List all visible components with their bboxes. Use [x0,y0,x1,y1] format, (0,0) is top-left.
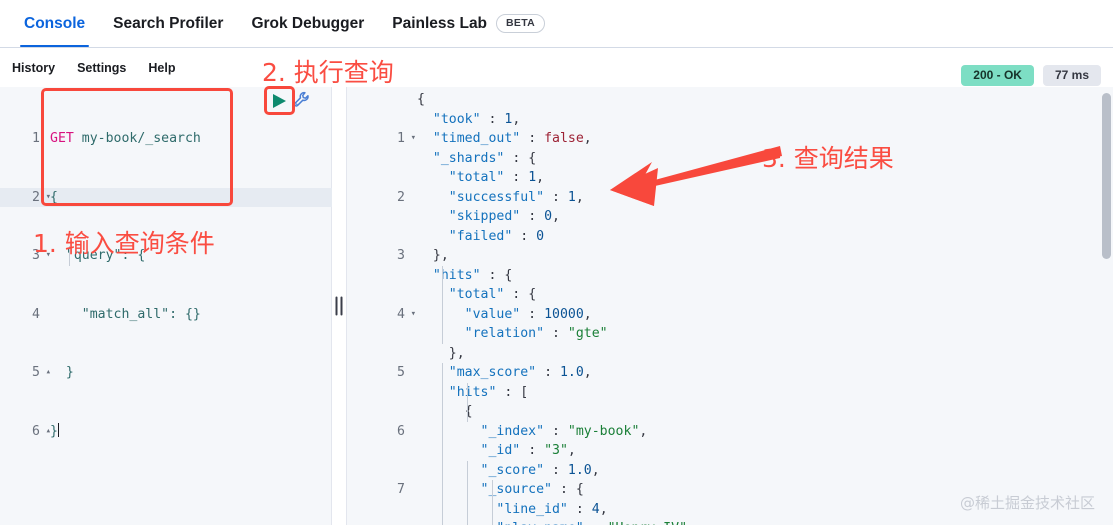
http-method-keyword: GET [50,131,74,146]
response-indent-guide [467,383,468,422]
response-line: "skipped" : 0, [448,209,560,224]
tab-search-profiler[interactable]: Search Profiler [99,0,237,47]
wrench-icon [293,91,309,107]
editor-line-number: 5 ▴ [0,363,51,383]
tab-grok-debugger-label: Grok Debugger [251,14,365,32]
response-line: "timed_out" : false, [432,131,592,146]
tab-console[interactable]: Console [10,0,99,47]
response-line: "hits" : [ [448,384,529,400]
response-line: "took" : 1, [432,111,521,127]
response-line: "_score" : 1.0, [480,462,600,478]
response-line: "successful" : 1, [448,189,584,205]
editor-line-number: 4 [32,306,40,322]
annotation-step-3: 3. 查询结果 [762,144,894,173]
response-indent-guide [492,480,493,525]
resize-grip-icon [335,296,343,316]
request-editor-panel[interactable]: 1 2 ▾ 3 ▾ 4 5 ▴ 6 ▴ GET my-book/_search { "q… [0,87,332,525]
console-app: Console Search Profiler Grok Debugger Pa… [0,0,1113,525]
watermark: @稀土掘金技术社区 [959,494,1095,512]
response-line: "line_id" : 4, [496,501,608,517]
tab-painless-lab[interactable]: Painless Lab BETA [378,0,559,47]
response-line-number-gutter: 1▾ 2 3 4▾ 5 6 7 8 9▴ 10▾ 11▾ 12 13 14▴ 1… [347,90,416,525]
toolbar-item-help[interactable]: Help [148,61,175,75]
status-badge-time: 77 ms [1042,65,1101,86]
response-body-code[interactable]: { "took" : 1, "timed_out" : false, "_sha… [417,90,695,525]
toolbar-item-history[interactable]: History [12,61,55,75]
response-indent-guide [442,363,443,525]
annotation-step-2: 2. 执行查询 [262,58,394,87]
response-line-number: 3 [397,248,405,263]
response-scrollbar-thumb[interactable] [1102,93,1111,259]
response-line: { [464,404,473,419]
editor-line-number-gutter: 1 2 ▾ 3 ▾ 4 5 ▴ 6 ▴ [0,90,51,480]
response-line-number: 2 [397,189,405,205]
response-line: "value" : 10000, [464,306,592,322]
response-line: "play_name" : "Henry IV", [417,519,695,525]
response-line: "_id" : "3", [480,443,576,458]
response-line-number: 1 ▾ [347,129,416,149]
response-line: { [417,92,425,107]
response-line: "failed" : 0 [448,228,545,244]
editor-line-number: 2 ▾ [0,188,51,208]
request-path: my-book/_search [73,131,201,146]
request-options-button[interactable] [292,89,312,109]
response-line: "_source" : { [480,482,584,497]
fold-marker-icon[interactable]: ▾ [411,305,416,325]
annotation-step-1: 1. 输入查询条件 [33,229,215,258]
response-line: "hits" : { [432,267,513,283]
response-line: "total" : { [448,287,537,302]
beta-badge: BETA [496,14,546,33]
response-line: }, [432,248,449,263]
console-panels: 1 2 ▾ 3 ▾ 4 5 ▴ 6 ▴ GET my-book/_search { "q… [0,87,1113,525]
run-query-button[interactable] [268,90,290,112]
tab-search-profiler-label: Search Profiler [113,14,224,32]
response-line-number: 7 [397,482,405,497]
console-toolbar: History Settings Help [0,48,1113,87]
top-tab-bar: Console Search Profiler Grok Debugger Pa… [0,0,1113,48]
response-line: "relation" : "gte" [464,326,608,341]
editor-line: } [50,365,74,380]
response-line: "_shards" : { [432,150,537,166]
editor-line-number: 1 [32,131,40,146]
response-line-number: 4 ▾ [347,305,416,325]
response-indent-guide [442,266,443,344]
tab-painless-lab-label: Painless Lab [392,14,488,32]
response-line: "total" : 1, [448,170,545,185]
editor-line: } [50,422,59,439]
toolbar-item-settings[interactable]: Settings [77,61,126,75]
play-icon [273,94,286,108]
tab-console-label: Console [24,14,86,32]
panel-resize-divider[interactable] [332,87,346,525]
response-line: "_index" : "my-book", [480,423,648,439]
response-line: "max_score" : 1.0, [448,365,592,380]
response-scrollbar[interactable] [1102,87,1111,525]
response-panel[interactable]: 1▾ 2 3 4▾ 5 6 7 8 9▴ 10▾ 11▾ 12 13 14▴ 1… [346,87,1113,525]
response-status-group: 200 - OK 77 ms [961,65,1101,86]
status-badge-code: 200 - OK [961,65,1034,86]
response-line-number: 6 [397,423,405,439]
editor-line: GET my-book/_search [50,129,201,149]
tab-grok-debugger[interactable]: Grok Debugger [237,0,378,47]
response-line-number: 5 [397,365,405,380]
request-editor-code[interactable]: GET my-book/_search { "query": { "match_… [50,90,201,480]
response-indent-guide [467,461,468,525]
fold-marker-icon[interactable]: ▾ [411,129,416,149]
text-caret [57,422,59,437]
response-line: }, [448,345,465,361]
editor-line: "match_all": {} [50,306,201,322]
editor-line: { [50,189,58,205]
editor-line-number: 6 ▴ [0,422,51,442]
